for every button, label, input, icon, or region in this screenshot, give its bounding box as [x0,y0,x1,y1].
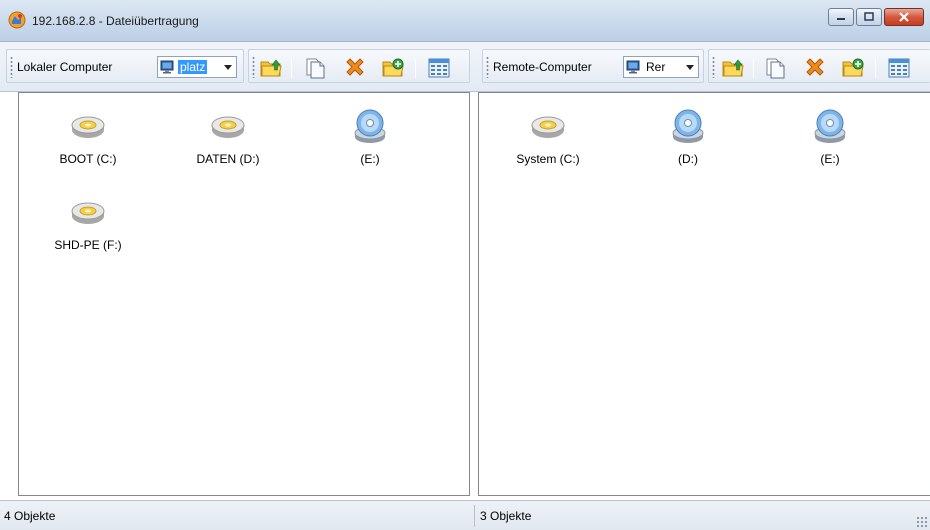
hard-disk-icon [68,193,108,233]
remote-folder-up-button[interactable] [721,56,745,80]
window-controls [828,8,924,28]
hard-disk-icon [528,107,568,147]
hard-disk-icon [68,107,108,147]
status-bar: 4 Objekte 3 Objekte [0,500,930,530]
view-icon [427,56,451,80]
local-toolbar: Lokaler Computer platz [0,42,476,92]
chevron-down-icon[interactable] [224,65,232,70]
remote-drive-e[interactable]: (E:) [775,107,885,166]
remote-toolbar: Remote-Computer Rer [478,42,930,92]
remote-computer-label: Remote-Computer [493,60,592,74]
copy-icon [303,56,327,80]
maximize-button[interactable] [856,8,882,26]
remote-new-folder-button[interactable] [841,56,865,80]
remote-tools-group [708,49,930,83]
local-new-folder-button[interactable] [381,56,405,80]
new-folder-icon [841,56,865,80]
remote-status-text: 3 Objekte [480,509,532,523]
drive-label: SHD-PE (F:) [54,238,122,252]
hard-disk-icon [208,107,248,147]
toolbar-separator [753,58,754,78]
local-drive-f[interactable]: SHD-PE (F:) [33,193,143,252]
toolbar-grip[interactable] [486,56,489,78]
toolbar-separator [875,58,876,78]
close-button[interactable] [884,8,924,26]
close-icon [885,9,923,25]
local-computer-group: Lokaler Computer platz [6,49,244,83]
remote-delete-button[interactable] [803,56,827,80]
remote-drive-c[interactable]: System (C:) [493,107,603,166]
drive-label: (D:) [678,152,698,166]
drive-label: BOOT (C:) [59,152,117,166]
remote-computer-group: Remote-Computer Rer [482,49,704,83]
resize-grip-icon[interactable] [916,516,928,528]
delete-icon [803,56,827,80]
cd-drive-icon [350,107,390,147]
drive-label: DATEN (D:) [196,152,260,166]
copy-icon [763,56,787,80]
local-delete-button[interactable] [343,56,367,80]
local-computer-label: Lokaler Computer [17,60,113,74]
local-folder-up-button[interactable] [259,56,283,80]
local-tools-group [248,49,470,83]
toolbar-grip[interactable] [252,56,255,78]
status-divider [474,505,475,527]
toolbar-separator [415,58,416,78]
minimize-button[interactable] [828,8,854,26]
folder-up-icon [721,56,745,80]
new-folder-icon [381,56,405,80]
view-icon [887,56,911,80]
chevron-down-icon[interactable] [686,65,694,70]
local-view-button[interactable] [427,56,451,80]
delete-icon [343,56,367,80]
local-drive-e[interactable]: (E:) [315,107,425,166]
local-drive-d[interactable]: DATEN (D:) [173,107,283,166]
remote-view-button[interactable] [887,56,911,80]
local-computer-combo-value: platz [178,60,208,74]
monitor-icon [160,60,176,74]
remote-computer-combo-value: Rer [646,60,666,74]
cd-drive-icon [810,107,850,147]
toolbar-separator [291,58,292,78]
app-icon [8,11,26,29]
local-file-pane[interactable]: BOOT (C:) DATEN (D:) (E:) SHD-PE (F:) [18,92,470,496]
local-computer-combo[interactable]: platz [157,56,237,78]
remote-copy-button[interactable] [763,56,787,80]
toolbar-grip[interactable] [10,56,13,78]
maximize-icon [857,9,881,25]
title-bar[interactable]: 192.168.2.8 - Dateiübertragung [0,0,930,42]
local-drive-c[interactable]: BOOT (C:) [33,107,143,166]
window-title: 192.168.2.8 - Dateiübertragung [32,14,199,28]
local-copy-button[interactable] [303,56,327,80]
toolbar-row: Lokaler Computer platz Remote-Computer R… [0,42,930,92]
drive-label: System (C:) [516,152,580,166]
drive-label: (E:) [820,152,840,166]
monitor-icon [626,60,642,74]
local-status-text: 4 Objekte [4,509,56,523]
cd-drive-icon [668,107,708,147]
toolbar-grip[interactable] [712,56,715,78]
remote-file-pane[interactable]: System (C:) (D:) (E:) [478,92,930,496]
remote-drive-d[interactable]: (D:) [633,107,743,166]
minimize-icon [829,9,853,25]
folder-up-icon [259,56,283,80]
drive-label: (E:) [360,152,380,166]
remote-computer-combo[interactable]: Rer [623,56,699,78]
